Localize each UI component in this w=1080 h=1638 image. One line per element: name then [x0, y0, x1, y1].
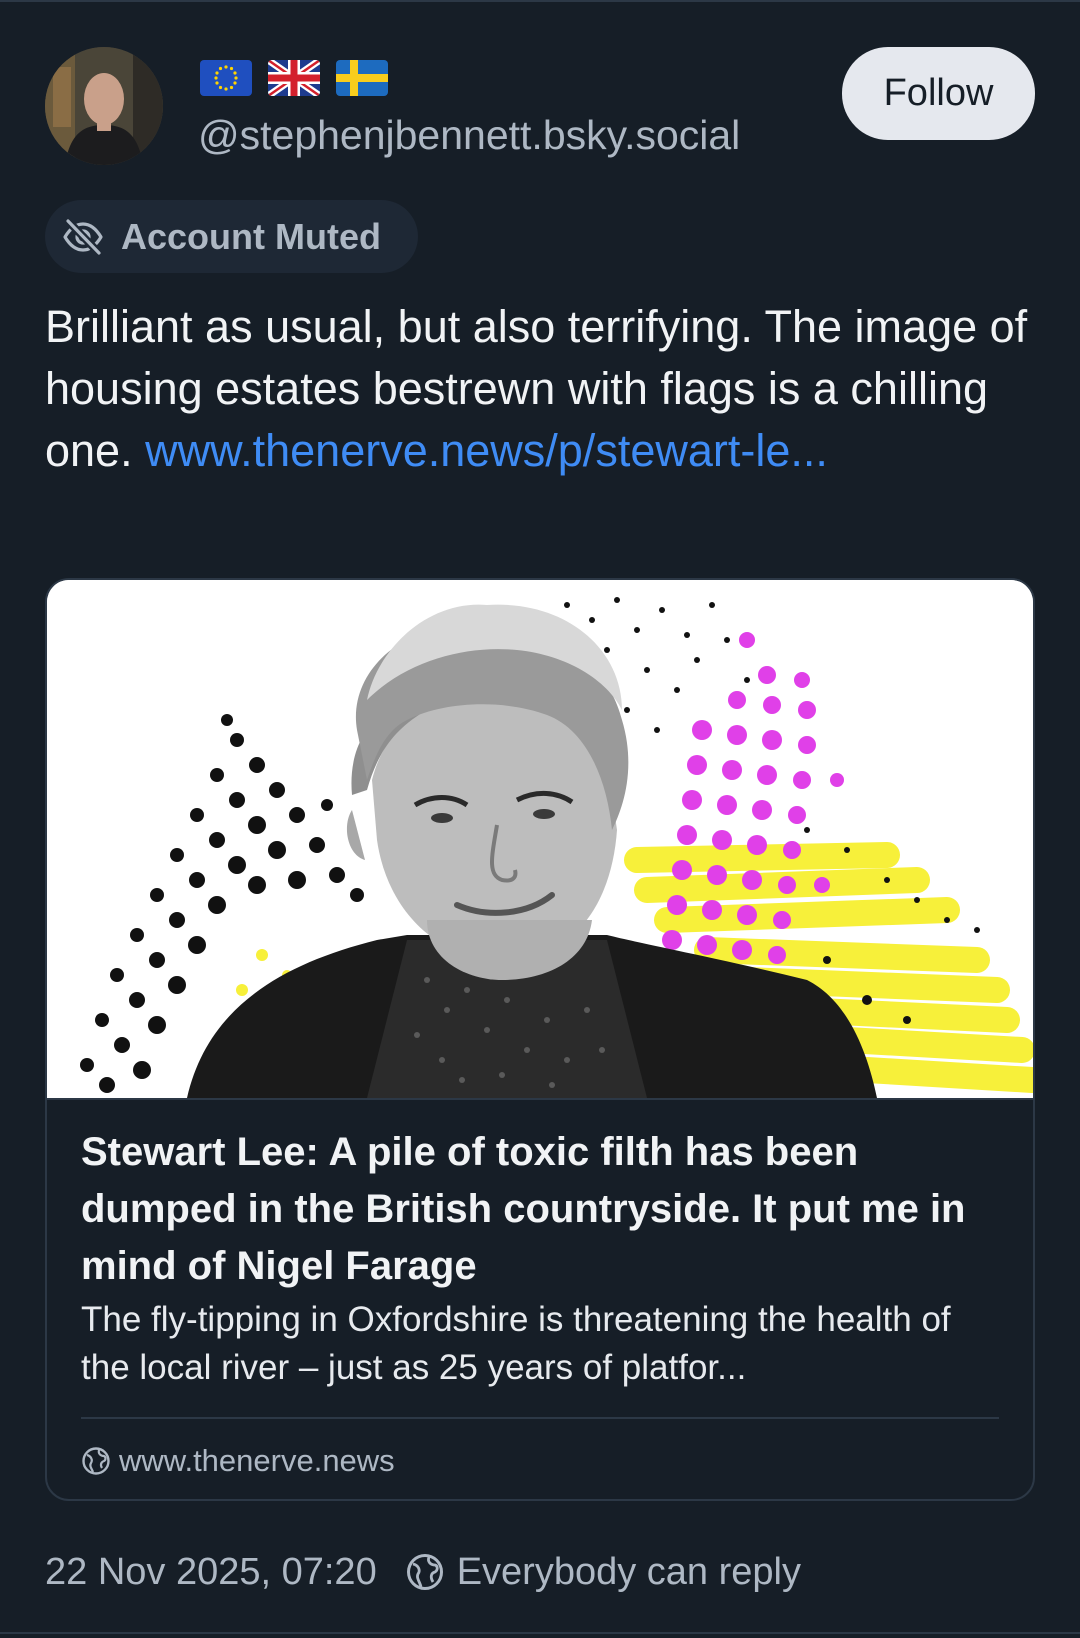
bottom-divider: [0, 1632, 1080, 1634]
post-footer: 22 Nov 2025, 07:20 Everybody can reply: [45, 1544, 801, 1600]
reply-setting-label: Everybody can reply: [456, 1550, 801, 1593]
globe-icon: [82, 1447, 110, 1475]
eu-flag-icon: [200, 60, 252, 96]
post-timestamp: 22 Nov 2025, 07:20: [45, 1550, 377, 1593]
link-card-divider: [81, 1417, 999, 1419]
link-card-image: [47, 580, 1033, 1100]
eye-slash-icon: [63, 217, 103, 256]
link-card-domain-text: www.thenerve.news: [119, 1443, 395, 1478]
sweden-flag-icon: [336, 60, 388, 96]
top-divider: [0, 0, 1080, 2]
link-card[interactable]: Stewart Lee: A pile of toxic filth has b…: [45, 578, 1035, 1501]
account-muted-badge[interactable]: Account Muted: [45, 200, 418, 273]
link-card-domain: www.thenerve.news: [81, 1437, 395, 1485]
post-link[interactable]: www.thenerve.news/p/stewart-le...: [145, 425, 828, 476]
author-handle[interactable]: @stephenjbennett.bsky.social: [198, 112, 740, 159]
article-thumbnail: [47, 580, 1033, 1098]
link-card-title: Stewart Lee: A pile of toxic filth has b…: [81, 1130, 966, 1288]
uk-flag-icon: [268, 60, 320, 96]
post-text: Brilliant as usual, but also terrifying.…: [45, 296, 1045, 482]
follow-button[interactable]: Follow: [842, 47, 1035, 140]
reply-setting[interactable]: Everybody can reply: [405, 1551, 801, 1594]
link-card-description: The fly-tipping in Oxfordshire is threat…: [81, 1300, 951, 1387]
flag-emojis: [200, 58, 388, 98]
account-muted-label: Account Muted: [121, 215, 381, 257]
avatar-photo: [45, 47, 163, 165]
avatar[interactable]: [45, 47, 163, 165]
globe-icon: [406, 1554, 443, 1590]
